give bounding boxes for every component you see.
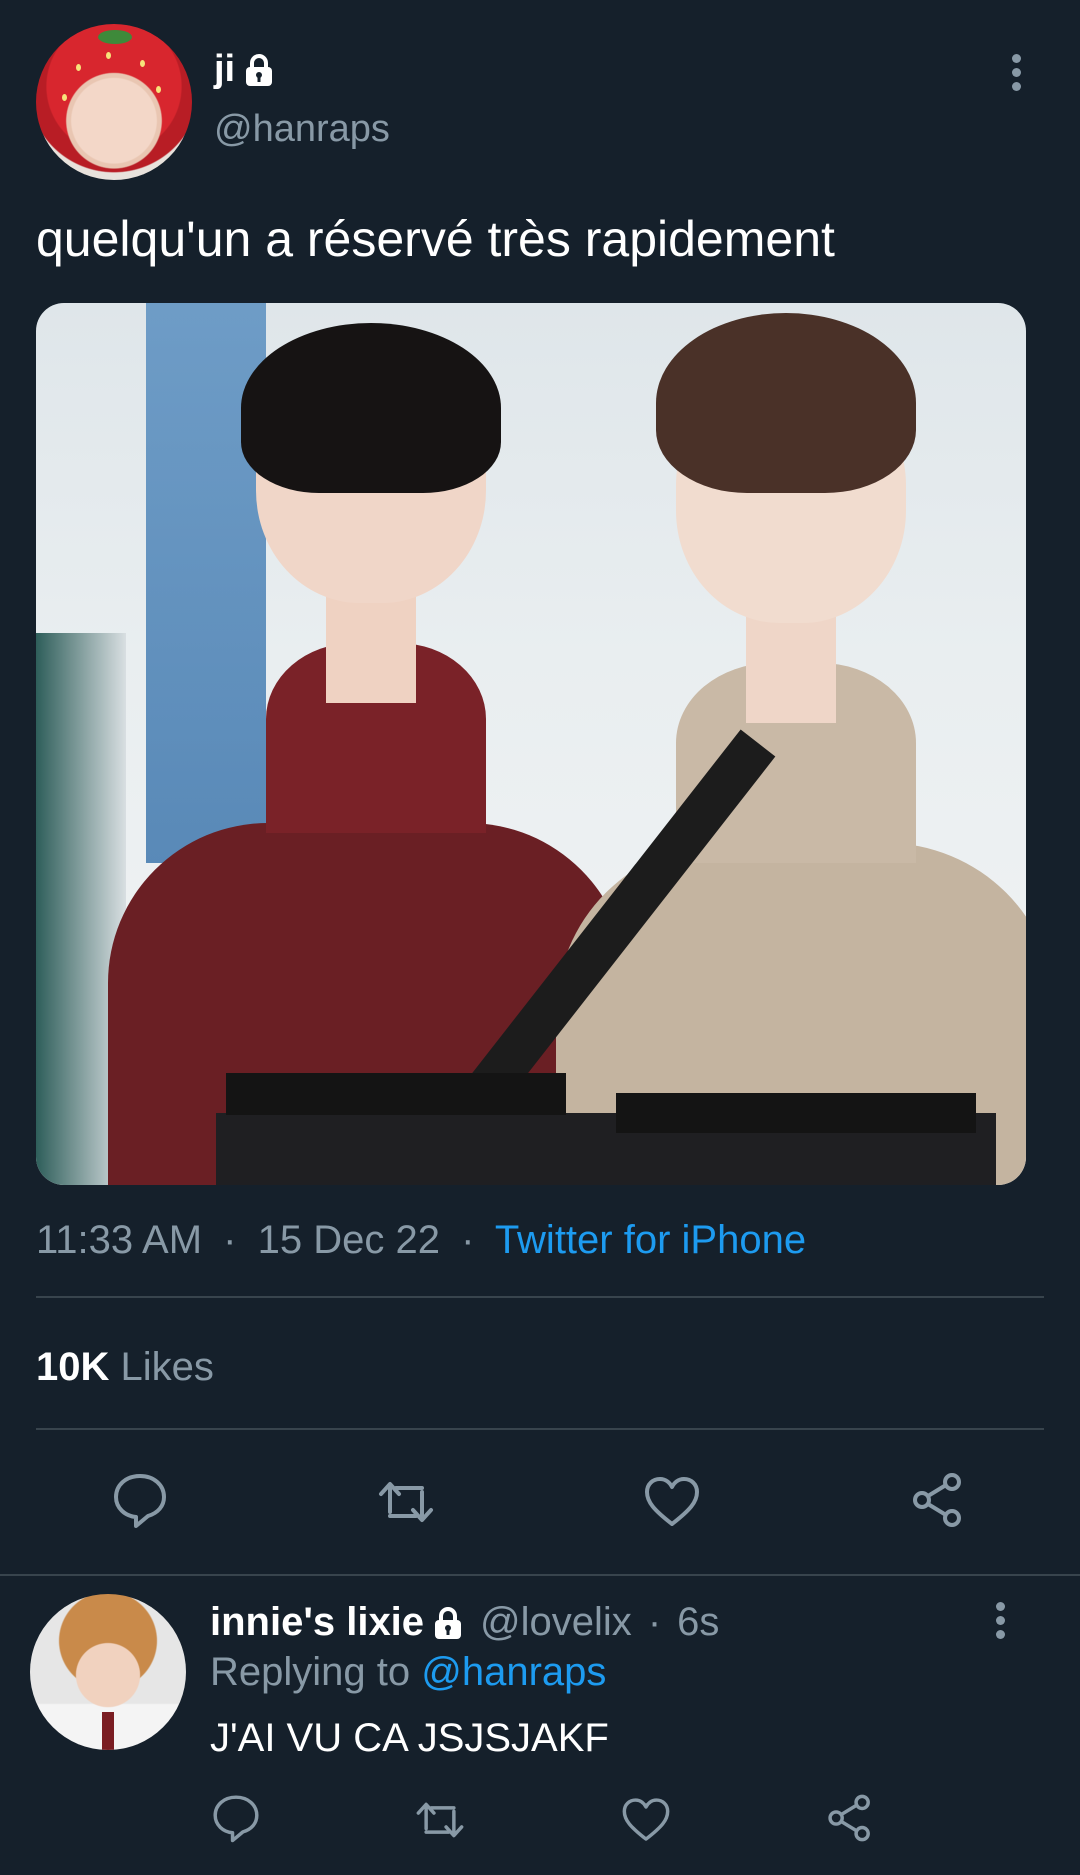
photo-person-right-hair: [656, 313, 916, 493]
meta-separator: ·: [461, 1218, 475, 1262]
reply-icon[interactable]: [110, 1470, 170, 1530]
lock-icon: [435, 1606, 462, 1639]
author-avatar[interactable]: [36, 24, 192, 180]
tweet-photo[interactable]: [36, 303, 1026, 1185]
likes-stat[interactable]: 10K Likes: [36, 1345, 214, 1390]
reply-icon[interactable]: [210, 1792, 262, 1844]
avatar-hat-seed: [156, 86, 161, 93]
more-options-icon[interactable]: [992, 1602, 1008, 1642]
avatar-hat-leaf: [98, 30, 132, 44]
tweet-source-link[interactable]: Twitter for iPhone: [495, 1218, 806, 1262]
meta-separator: ·: [223, 1218, 237, 1262]
reply-handle[interactable]: @lovelix: [480, 1600, 632, 1645]
retweet-icon[interactable]: [414, 1794, 466, 1846]
avatar-hat-seed: [106, 52, 111, 59]
like-icon[interactable]: [620, 1794, 672, 1846]
share-icon[interactable]: [908, 1470, 968, 1530]
tweet-date: 15 Dec 22: [257, 1218, 440, 1262]
author-display-name[interactable]: ji: [214, 48, 235, 91]
divider: [36, 1428, 1044, 1430]
likes-count: 10K: [36, 1345, 110, 1389]
divider: [36, 1296, 1044, 1298]
avatar-hat-seed: [140, 60, 145, 67]
retweet-icon[interactable]: [376, 1472, 436, 1532]
divider: [0, 1574, 1080, 1576]
reply-display-name[interactable]: innie's lixie: [210, 1600, 424, 1645]
like-icon[interactable]: [642, 1472, 702, 1532]
avatar-tie: [102, 1712, 114, 1750]
reply-author-avatar[interactable]: [30, 1594, 186, 1750]
likes-label: Likes: [120, 1345, 214, 1389]
photo-belt-left: [226, 1073, 566, 1115]
photo-belt-right: [616, 1093, 976, 1133]
avatar-hat-seed: [62, 94, 67, 101]
author-handle[interactable]: @hanraps: [214, 108, 390, 151]
tweet-time: 11:33 AM: [36, 1218, 203, 1262]
lock-icon: [246, 53, 273, 86]
share-icon[interactable]: [824, 1792, 876, 1844]
reply-separator: ·: [647, 1600, 662, 1644]
replying-prefix: Replying to: [210, 1650, 411, 1694]
reply-text: J'AI VU CA JSJSJAKF: [210, 1716, 609, 1760]
replying-to: Replying to @hanraps: [210, 1650, 606, 1695]
tweet-text: quelqu'un a réservé très rapidement: [36, 211, 835, 267]
tweet-metadata: 11:33 AM · 15 Dec 22 · Twitter for iPhon…: [36, 1218, 806, 1263]
avatar-hat-seed: [76, 64, 81, 71]
photo-person-left-hat: [241, 323, 501, 493]
reply-author-row[interactable]: innie's lixie @lovelix · 6s: [210, 1600, 719, 1645]
more-options-icon[interactable]: [1008, 54, 1024, 94]
reply-age: 6s: [677, 1600, 720, 1644]
author-name-row[interactable]: ji: [214, 48, 275, 91]
replying-mention[interactable]: @hanraps: [421, 1650, 606, 1694]
